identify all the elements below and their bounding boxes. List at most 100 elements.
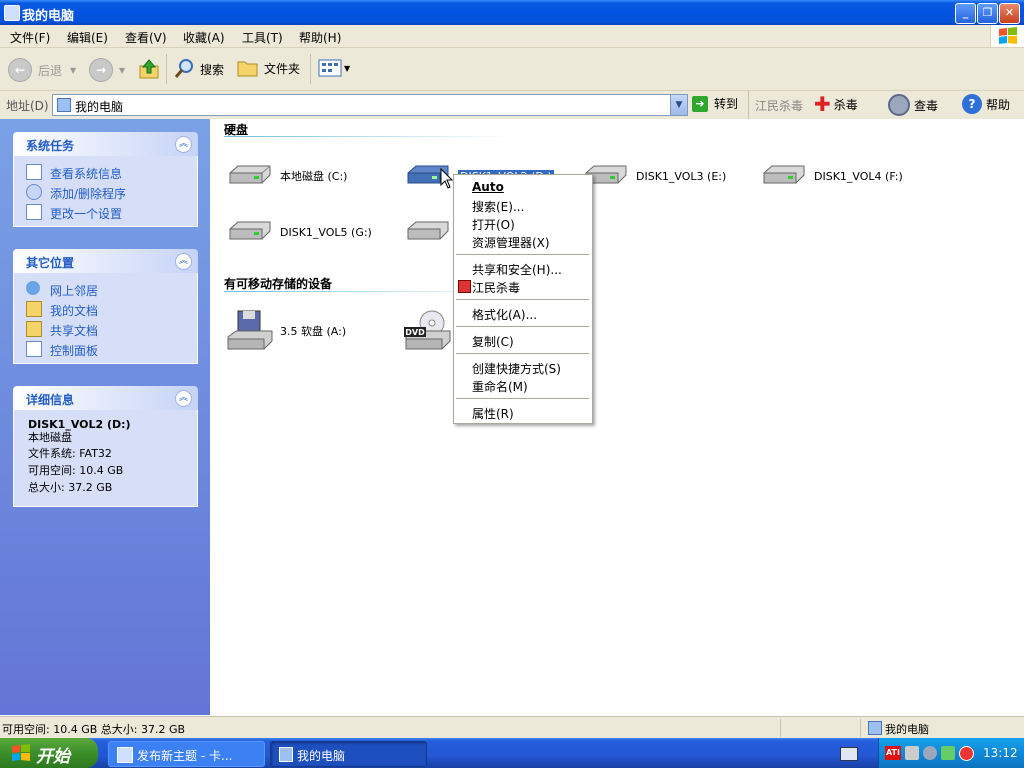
change-setting-link[interactable]: 更改一个设置 (14, 202, 197, 222)
browser-icon (117, 747, 133, 763)
details-panel: 详细信息 ︽ DISK1_VOL2 (D:) 本地磁盘 文件系统: FAT32 … (13, 386, 198, 507)
title-bar[interactable]: 我的电脑 _ ❐ ✕ (0, 0, 1024, 25)
context-rename[interactable]: 重命名(M) (472, 378, 528, 395)
antivirus-brand-label: 江民杀毒 (755, 99, 804, 113)
network-icon (26, 281, 40, 295)
collapse-icon[interactable]: ︽ (175, 253, 192, 270)
other-places-panel: 其它位置 ︽ 网上邻居 我的文档 共享文档 控制面板 (13, 249, 198, 364)
chevron-down-icon: ▼ (344, 63, 351, 73)
up-button[interactable] (138, 58, 160, 80)
chevron-down-icon: ▼ (119, 65, 126, 75)
settings-icon (26, 204, 42, 220)
panel-header[interactable]: 其它位置 ︽ (13, 249, 198, 273)
network-places-link[interactable]: 网上邻居 (14, 279, 197, 299)
context-auto[interactable]: Auto (472, 180, 504, 194)
hard-drive-icon (229, 221, 271, 240)
drive-h[interactable] (404, 217, 458, 247)
panel-header[interactable]: 详细信息 ︽ (13, 386, 198, 410)
context-copy[interactable]: 复制(C) (472, 333, 514, 350)
maximize-button[interactable]: ❐ (977, 3, 998, 24)
system-tasks-panel: 系统任务 ︽ 查看系统信息 添加/删除程序 更改一个设置 (13, 132, 198, 227)
computer-icon (4, 5, 20, 21)
context-antivirus[interactable]: 江民杀毒 (472, 279, 520, 296)
window-title: 我的电脑 (22, 9, 75, 24)
windows-logo-icon (990, 25, 1024, 47)
drive-f[interactable]: DISK1_VOL4 (F:) (760, 161, 903, 191)
toolbar: ← 后退 ▼ → ▼ 搜索 文件夹 ▼ (0, 48, 1024, 91)
menu-view[interactable]: 查看(V) (125, 29, 167, 46)
help-icon: ? (962, 94, 982, 114)
context-create-shortcut[interactable]: 创建快捷方式(S) (472, 360, 561, 377)
volume-icon[interactable] (905, 746, 919, 760)
antivirus-tray-icon[interactable] (923, 746, 937, 760)
back-button[interactable]: ← 后退 ▼ (8, 58, 76, 82)
system-tray: ATI 13:12 (878, 738, 1024, 768)
menu-help[interactable]: 帮助(H) (299, 29, 341, 46)
menu-edit[interactable]: 编辑(E) (67, 29, 108, 46)
go-arrow-icon: ➜ (692, 95, 708, 112)
forward-button[interactable]: → ▼ (89, 58, 125, 82)
keyboard-icon[interactable] (840, 747, 858, 761)
details-type: 本地磁盘 (28, 431, 72, 444)
close-button[interactable]: ✕ (999, 3, 1020, 24)
ati-icon[interactable]: ATI (885, 746, 901, 760)
shared-documents-link[interactable]: 共享文档 (14, 319, 197, 339)
system-info-icon (26, 164, 42, 180)
context-search[interactable]: 搜索(E)... (472, 198, 524, 215)
address-label: 地址(D) (6, 99, 49, 113)
file-view: 硬盘 本地磁盘 (C:) DISK1_VOL2 (D:) DISK1_VOL3 … (210, 119, 1024, 715)
start-button[interactable]: 开始 (0, 738, 98, 768)
details-free-space: 可用空间: 10.4 GB (28, 464, 124, 477)
minimize-button[interactable]: _ (955, 3, 976, 24)
menu-favorites[interactable]: 收藏(A) (183, 29, 225, 46)
add-remove-programs-link[interactable]: 添加/删除程序 (14, 182, 197, 202)
address-dropdown-button[interactable]: ▼ (670, 95, 687, 115)
hard-drive-icon (763, 165, 805, 184)
context-sharing[interactable]: 共享和安全(H)... (472, 261, 562, 278)
collapse-icon[interactable]: ︽ (175, 136, 192, 153)
status-bar: 可用空间: 10.4 GB 总大小: 37.2 GB 我的电脑 (0, 716, 1024, 739)
details-name: DISK1_VOL2 (D:) (28, 418, 131, 431)
context-explore[interactable]: 资源管理器(X) (472, 234, 550, 251)
drive-g[interactable]: DISK1_VOL5 (G:) (226, 217, 372, 247)
computer-icon (279, 747, 293, 762)
drive-c[interactable]: 本地磁盘 (C:) (226, 161, 347, 191)
floppy-drive-icon (227, 310, 273, 350)
shared-folder-icon (26, 321, 42, 337)
address-bar: 地址(D) 我的电脑 ▼ ➜ 转到 江民杀毒 ✚ 杀毒 查毒 ? 帮助 (0, 91, 1024, 120)
address-input[interactable]: 我的电脑 ▼ (52, 94, 688, 116)
menu-tools[interactable]: 工具(T) (242, 29, 283, 46)
context-open[interactable]: 打开(O) (472, 216, 515, 233)
mouse-cursor-icon (440, 168, 454, 189)
views-button[interactable]: ▼ (318, 58, 350, 78)
status-left: 可用空间: 10.4 GB 总大小: 37.2 GB (2, 723, 186, 736)
back-arrow-icon: ← (8, 58, 32, 82)
windows-flag-icon (12, 744, 30, 761)
network-tray-icon[interactable] (941, 746, 955, 760)
dvd-drive[interactable]: DVD (404, 309, 458, 353)
context-format[interactable]: 格式化(A)... (472, 306, 537, 323)
control-panel-link[interactable]: 控制面板 (14, 339, 197, 359)
floppy-drive-a[interactable]: 3.5 软盘 (A:) (226, 309, 346, 353)
my-documents-link[interactable]: 我的文档 (14, 299, 197, 319)
folder-icon (237, 61, 258, 77)
collapse-icon[interactable]: ︽ (175, 390, 192, 407)
help-button[interactable]: ? 帮助 (962, 94, 1010, 114)
status-right: 我的电脑 (885, 723, 929, 736)
drive-e[interactable]: DISK1_VOL3 (E:) (582, 161, 726, 191)
panel-header[interactable]: 系统任务 ︽ (13, 132, 198, 156)
taskbar-item-forum[interactable]: 发布新主题 - 卡... (108, 741, 265, 767)
blocked-icon[interactable] (959, 746, 974, 761)
check-virus-button[interactable]: 查毒 (888, 94, 938, 116)
context-menu: Auto 搜索(E)... 打开(O) 资源管理器(X) 共享和安全(H)...… (453, 174, 593, 424)
folders-button[interactable]: 文件夹 (237, 58, 300, 78)
search-button[interactable]: 搜索 (173, 58, 224, 80)
menu-file[interactable]: 文件(F) (10, 29, 50, 46)
taskbar-item-my-computer[interactable]: 我的电脑 (270, 741, 427, 767)
antivirus-icon (458, 280, 471, 293)
context-properties[interactable]: 属性(R) (472, 405, 514, 422)
kill-virus-button[interactable]: ✚ 杀毒 (814, 94, 858, 114)
red-cross-icon: ✚ (814, 92, 831, 116)
view-system-info-link[interactable]: 查看系统信息 (14, 162, 197, 182)
go-button[interactable]: ➜ 转到 (692, 95, 738, 112)
